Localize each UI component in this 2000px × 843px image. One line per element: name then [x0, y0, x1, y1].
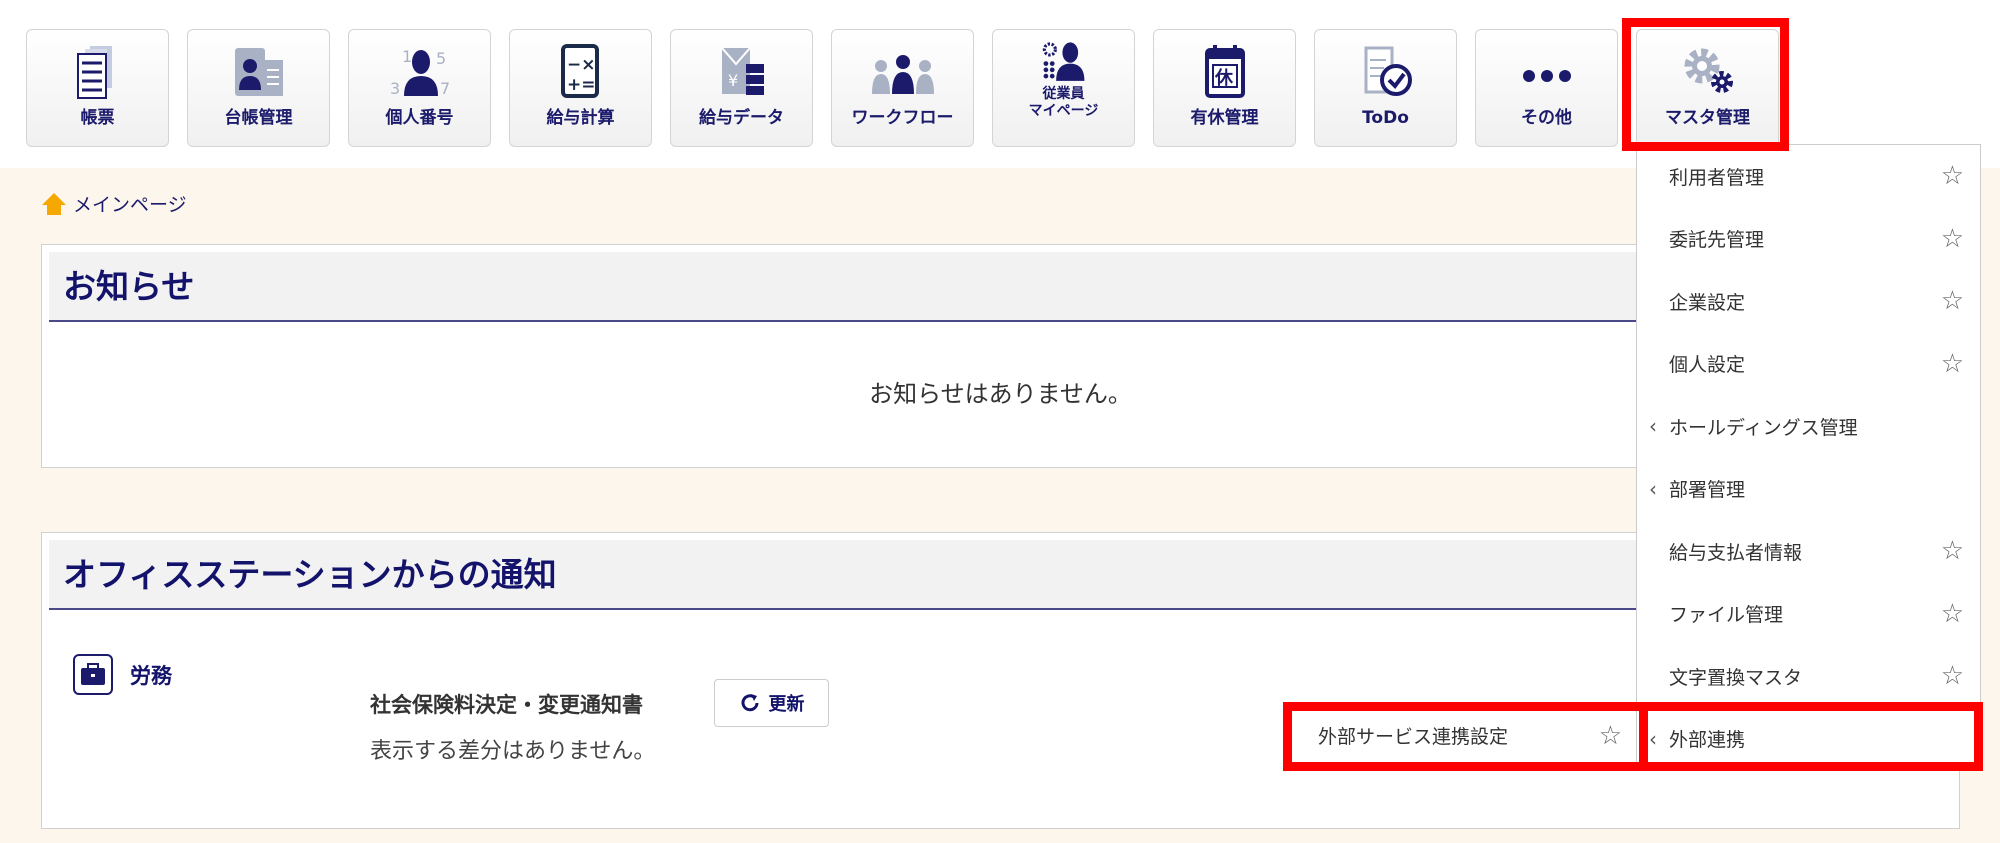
svg-text:3: 3 — [390, 79, 400, 98]
menu-item-label: 利用者管理 — [1669, 166, 1765, 189]
svg-text:1: 1 — [402, 47, 412, 66]
toolbar-button-other[interactable]: その他 — [1475, 29, 1618, 147]
breadcrumb-home-link[interactable]: メインページ — [73, 190, 187, 217]
menu-item[interactable]: ‹ 部署管理 — [1637, 458, 1980, 521]
todo-check-icon — [1364, 46, 1412, 96]
menu-item[interactable]: 企業設定 ☆ — [1637, 270, 1980, 333]
briefcase-icon — [73, 654, 113, 695]
menu-item-label: 個人設定 — [1669, 354, 1746, 377]
toolbar-label: 有休管理 — [1190, 108, 1259, 128]
calendar-holiday-icon: 休 — [1204, 45, 1245, 98]
toolbar-button-paid-leave[interactable]: 休 有休管理 — [1153, 29, 1296, 147]
document-stack-icon — [76, 46, 112, 99]
refresh-button[interactable]: 更新 — [714, 679, 829, 727]
svg-text:−×: −× — [567, 55, 596, 75]
toolbar-button-payroll-data[interactable]: ¥ 給与データ — [670, 29, 813, 147]
toolbar-label: 給与データ — [699, 108, 784, 128]
chevron-left-icon: ‹ — [1649, 726, 1657, 751]
toolbar-label: その他 — [1521, 108, 1572, 128]
menu-item[interactable]: 給与支払者情報 ☆ — [1637, 520, 1980, 583]
toolbar-label: マスタ管理 — [1665, 108, 1750, 128]
toolbar-label: 従業員 マイページ — [1028, 86, 1099, 119]
submenu-item-label: 外部サービス連携設定 — [1318, 726, 1509, 748]
yen-data-icon: ¥ — [720, 47, 764, 95]
menu-item[interactable]: ‹ ホールディングス管理 — [1637, 395, 1980, 458]
toolbar-button-workflow[interactable]: ワークフロー — [831, 29, 974, 147]
category-label: 労務 — [130, 664, 172, 688]
favorite-star-icon[interactable]: ☆ — [1941, 161, 1964, 191]
favorite-star-icon[interactable]: ☆ — [1941, 599, 1964, 629]
calculator-icon: −×+= — [560, 44, 599, 98]
menu-item[interactable]: 利用者管理 ☆ — [1637, 145, 1980, 208]
menu-item-label: 外部連携 — [1669, 729, 1746, 752]
person-number-icon: 1 53 7 — [390, 47, 450, 98]
favorite-star-icon[interactable]: ☆ — [1599, 721, 1622, 751]
main-toolbar: 帳票 台帳管理 1537 個人番号 −× += 給与計算 ¥ 給与データ ワークフ… — [0, 0, 2000, 168]
menu-item-label: 給与支払者情報 — [1669, 541, 1803, 564]
menu-item[interactable]: 個人設定 ☆ — [1637, 333, 1980, 396]
employee-gear-icon — [1042, 42, 1084, 81]
favorite-star-icon[interactable]: ☆ — [1941, 224, 1964, 254]
menu-item[interactable]: ファイル管理 ☆ — [1637, 583, 1980, 646]
home-icon — [42, 192, 66, 215]
svg-text:+=: += — [567, 75, 596, 95]
toolbar-button-employee-mypage[interactable]: 従業員 マイページ — [992, 29, 1135, 147]
favorite-star-icon[interactable]: ☆ — [1941, 661, 1964, 691]
calendar-glyph: 休 — [1214, 67, 1234, 89]
favorite-star-icon[interactable]: ☆ — [1941, 286, 1964, 316]
menu-item[interactable]: ‹ 外部連携 — [1637, 708, 1980, 771]
toolbar-button-todo[interactable]: ToDo — [1314, 29, 1457, 147]
submenu-item-external-service-settings[interactable]: 外部サービス連携設定 ☆ — [1284, 704, 1636, 767]
toolbar-label: ワークフロー — [851, 108, 954, 128]
toolbar-label: 個人番号 — [385, 108, 454, 128]
toolbar-button-payroll-calc[interactable]: −× += 給与計算 — [509, 29, 652, 147]
svg-text:7: 7 — [440, 79, 450, 98]
favorite-star-icon[interactable]: ☆ — [1941, 349, 1964, 379]
menu-item-label: ファイル管理 — [1669, 604, 1784, 627]
toolbar-label: 給与計算 — [546, 108, 615, 128]
refresh-icon — [741, 694, 758, 712]
toolbar-button-master-management[interactable]: マスタ管理 — [1636, 29, 1779, 147]
document-title: 社会保険料決定・変更通知書 — [370, 693, 643, 717]
menu-item-label: 部署管理 — [1669, 479, 1746, 502]
chevron-left-icon: ‹ — [1649, 414, 1657, 439]
refresh-label: 更新 — [768, 694, 805, 715]
menu-item-label: 文字置換マスタ — [1669, 666, 1803, 689]
breadcrumb: メインページ — [41, 190, 187, 217]
toolbar-label: ToDo — [1362, 108, 1409, 128]
no-diff-text: 表示する差分はありません。 — [370, 739, 656, 764]
chevron-left-icon: ‹ — [1649, 476, 1657, 501]
toolbar-button-forms[interactable]: 帳票 — [26, 29, 169, 147]
toolbar-label: 帳票 — [80, 108, 115, 128]
gears-icon — [1684, 48, 1733, 93]
master-management-dropdown: 利用者管理 ☆ 委託先管理 ☆ 企業設定 ☆ 個人設定 ☆ ‹ ホールディングス管理 ‹ 部署管理給与… — [1636, 144, 1981, 769]
toolbar-label: 台帳管理 — [224, 108, 293, 128]
menu-item-label: ホールディングス管理 — [1669, 416, 1858, 439]
menu-item-label: 企業設定 — [1669, 291, 1746, 314]
svg-text:¥: ¥ — [728, 71, 738, 90]
menu-item[interactable]: 文字置換マスタ ☆ — [1637, 645, 1980, 708]
toolbar-button-ledger[interactable]: 台帳管理 — [187, 29, 330, 147]
id-card-icon — [234, 48, 283, 96]
toolbar-button-my-number[interactable]: 1537 個人番号 — [348, 29, 491, 147]
more-dots-icon — [1522, 70, 1571, 82]
favorite-star-icon[interactable]: ☆ — [1941, 536, 1964, 566]
svg-text:5: 5 — [436, 49, 446, 68]
menu-item[interactable]: 委託先管理 ☆ — [1637, 208, 1980, 271]
menu-item-label: 委託先管理 — [1669, 229, 1765, 252]
workflow-people-icon — [871, 55, 934, 94]
